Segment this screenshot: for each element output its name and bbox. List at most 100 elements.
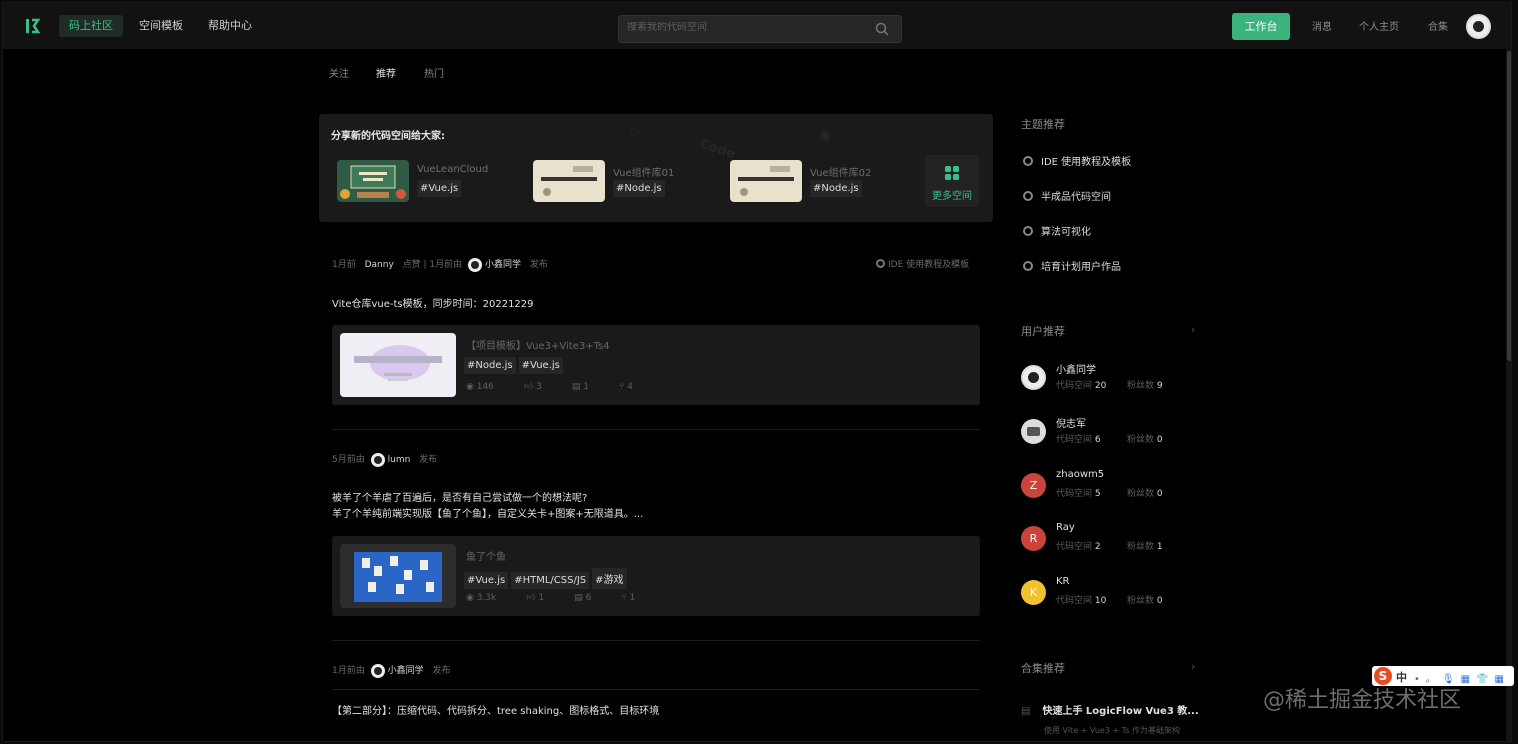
post-tag[interactable]: #Vue.js <box>464 572 509 589</box>
space-card[interactable]: Vue组件库01 #Node.js <box>533 160 713 204</box>
post-meta: 1月前由 小鑫同学 发布 <box>332 663 451 678</box>
ime-logo-icon[interactable]: S <box>1374 667 1392 685</box>
user-name[interactable]: Ray <box>1056 522 1075 533</box>
post-space-card[interactable]: 鱼了个鱼 #Vue.js #HTML/CSS/JS #游戏 ◉ 3.3k 👍︎ 1 ▤ … <box>332 536 980 616</box>
ime-tool-icons[interactable]: •。🎙︎▦👕▦ <box>1414 670 1510 685</box>
post-topic[interactable]: IDE 使用教程及模板 <box>876 257 969 270</box>
chevron-right-icon[interactable]: › <box>1191 660 1195 673</box>
topic-icon <box>1023 261 1033 271</box>
ime-language[interactable]: 中 <box>1396 669 1407 685</box>
nav-collections[interactable]: 合集 <box>1428 18 1448 33</box>
forks-stat[interactable]: ⑂ 1 <box>621 593 635 603</box>
post-tag[interactable]: #HTML/CSS/JS <box>511 572 590 589</box>
user-fans: 粉丝数 9 <box>1127 381 1163 391</box>
post-author[interactable]: lumn <box>388 455 411 465</box>
logo-icon[interactable] <box>25 17 41 35</box>
chevron-right-icon[interactable]: › <box>1191 323 1195 336</box>
space-tag[interactable]: #Node.js <box>810 180 862 197</box>
tab-hot[interactable]: 热门 <box>420 67 448 83</box>
likes-stat[interactable]: 👍︎ 3 <box>524 382 542 392</box>
post-title[interactable]: 被羊了个羊虐了百遍后，是否有自己尝试做一个的想法呢? 羊了个羊纯前端实现版【鱼了… <box>332 491 643 523</box>
post-stats: ◉ 3.3k 👍︎ 1 ▤ 6 ⑂ 1 <box>466 593 665 603</box>
author-avatar[interactable] <box>370 663 385 678</box>
user-fans: 粉丝数 0 <box>1127 435 1163 445</box>
post-author[interactable]: 小鑫同学 <box>485 260 521 270</box>
user-fans: 粉丝数 0 <box>1127 596 1163 606</box>
post-thumbnail <box>340 333 456 397</box>
topics-title: 主题推荐 <box>1021 118 1065 131</box>
space-card[interactable]: VueLeanCloud #Vue.js <box>337 160 517 204</box>
user-item[interactable]: K KR 代码空间 10 粉丝数 0 <box>1021 576 1191 608</box>
post-tag[interactable]: #Vue.js <box>518 357 563 374</box>
nav-link-templates[interactable]: 空间模板 <box>129 15 193 37</box>
nav-messages[interactable]: 消息 <box>1312 18 1332 33</box>
user-avatar[interactable] <box>1466 14 1491 39</box>
nav-profile[interactable]: 个人主页 <box>1359 18 1399 33</box>
ime-toolbar[interactable]: S 中 •。🎙︎▦👕▦ <box>1372 666 1514 686</box>
user-item[interactable]: R Ray 代码空间 2 粉丝数 1 <box>1021 522 1191 554</box>
post-meta-time: 1月前由 <box>332 666 365 676</box>
post-meta-time: 1月前 <box>332 260 356 270</box>
space-tag[interactable]: #Vue.js <box>417 180 462 197</box>
user-name[interactable]: 小鑫同学 <box>1056 361 1096 376</box>
post-tags: #Vue.js #HTML/CSS/JS #游戏 <box>464 568 630 589</box>
post-tag[interactable]: #Node.js <box>464 357 516 374</box>
post-title[interactable]: Vite仓库vue-ts模板，同步时间：20221229 <box>332 297 534 313</box>
collection-item[interactable]: ▤ 快速上手 LogicFlow Vue3 教... <box>1021 702 1199 717</box>
post-author[interactable]: 小鑫同学 <box>388 666 424 676</box>
topic-item[interactable]: 培育计划用户作品 <box>1023 258 1121 273</box>
user-name[interactable]: 倪志军 <box>1056 415 1086 430</box>
user-name[interactable]: zhaowm5 <box>1056 469 1104 480</box>
comments-stat[interactable]: ▤ 6 <box>574 593 591 603</box>
user-avatar[interactable]: Z <box>1021 473 1046 498</box>
post-space-name: 鱼了个鱼 <box>466 552 506 563</box>
topic-label: IDE 使用教程及模板 <box>1041 157 1132 168</box>
user-avatar[interactable] <box>1021 365 1046 390</box>
likes-stat[interactable]: 👍︎ 1 <box>526 593 544 603</box>
user-fans: 粉丝数 1 <box>1127 542 1163 552</box>
space-tag[interactable]: #Node.js <box>613 180 665 197</box>
share-title: 分享新的代码空间给大家: <box>331 131 445 142</box>
space-name: Vue组件库02 <box>810 168 872 179</box>
space-name: VueLeanCloud <box>417 164 489 175</box>
post-tags: #Node.js #Vue.js <box>464 357 566 374</box>
forks-stat[interactable]: ⑂ 4 <box>619 382 633 392</box>
more-spaces-button[interactable]: 更多空间 <box>925 155 979 207</box>
topic-icon <box>1023 191 1033 201</box>
nav-link-help[interactable]: 帮助中心 <box>198 15 262 37</box>
tab-recommended[interactable]: 推荐 <box>366 63 406 87</box>
scrollbar[interactable] <box>1506 49 1511 741</box>
more-spaces-label: 更多空间 <box>932 191 972 202</box>
workbench-button[interactable]: 工作台 <box>1232 13 1290 40</box>
author-avatar[interactable] <box>370 452 385 467</box>
topic-label: 培育计划用户作品 <box>1041 262 1121 273</box>
user-name[interactable]: KR <box>1056 576 1070 587</box>
topic-item[interactable]: 半成品代码空间 <box>1023 188 1111 203</box>
space-card[interactable]: Vue组件库02 #Node.js <box>730 160 910 204</box>
user-avatar[interactable] <box>1021 419 1046 444</box>
collection-icon: ▤ <box>1021 706 1031 717</box>
user-item[interactable]: 倪志军 代码空间 6 粉丝数 0 <box>1021 415 1191 447</box>
user-item[interactable]: 小鑫同学 代码空间 20 粉丝数 9 <box>1021 361 1191 393</box>
post-title-line: 羊了个羊纯前端实现版【鱼了个鱼】，自定义关卡+图案+无限道具。... <box>332 509 644 520</box>
tab-following[interactable]: 关注 <box>325 67 353 83</box>
user-item[interactable]: Z zhaowm5 代码空间 5 粉丝数 0 <box>1021 469 1191 501</box>
search-input[interactable] <box>627 22 867 33</box>
author-avatar[interactable] <box>468 257 483 272</box>
post-meta: 1月前 Danny 点赞 | 1月前由 小鑫同学 发布 <box>332 257 548 272</box>
post-action: 发布 <box>529 260 548 270</box>
user-avatar[interactable]: R <box>1021 526 1046 551</box>
scrollbar-thumb[interactable] <box>1507 51 1511 361</box>
nav-link-community[interactable]: 码上社区 <box>59 15 123 37</box>
post-space-card[interactable]: 【项目模板】Vue3+Vite3+Ts4 #Node.js #Vue.js ◉ 1… <box>332 325 980 405</box>
user-avatar[interactable]: K <box>1021 580 1046 605</box>
post-title[interactable]: 【第二部分】：压缩代码、代码拆分、tree shaking、图标格式、目标环境 <box>332 704 659 720</box>
post-tag[interactable]: #游戏 <box>592 568 627 589</box>
topic-item[interactable]: IDE 使用教程及模板 <box>1023 153 1131 168</box>
post-meta-liker[interactable]: Danny <box>365 260 394 270</box>
space-name: Vue组件库01 <box>613 168 675 179</box>
user-spaces: 代码空间 20 <box>1056 381 1107 391</box>
topic-item[interactable]: 算法可视化 <box>1023 223 1091 238</box>
comments-stat[interactable]: ▤ 1 <box>572 382 589 392</box>
search-icon[interactable] <box>875 22 889 36</box>
